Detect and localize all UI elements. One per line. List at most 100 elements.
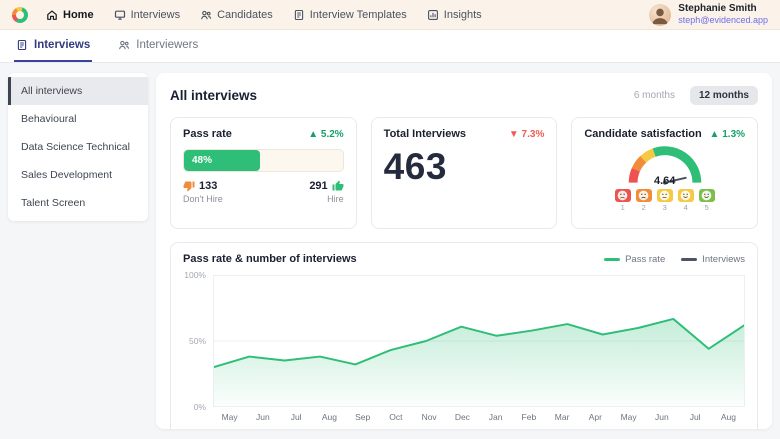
pass-rate-bar: 48% — [183, 149, 344, 172]
emoji-love-icon — [699, 189, 715, 202]
tab-label: Interviews — [34, 39, 90, 51]
sidebar-item-all-interviews[interactable]: All interviews — [8, 77, 148, 105]
legend-item-pass-rate[interactable]: Pass rate — [604, 254, 665, 265]
nav-item-home[interactable]: Home — [46, 9, 94, 21]
dont-hire-label: Don't Hire — [183, 194, 223, 204]
nav-item-interviews[interactable]: Interviews — [114, 9, 181, 21]
legend-label: Interviews — [702, 254, 745, 265]
document-icon — [16, 39, 28, 51]
range-toggle: 6 months 12 months — [625, 86, 758, 105]
pass-rate-value: 48% — [192, 155, 212, 166]
dont-hire-count: 133 — [199, 180, 217, 192]
user-menu[interactable]: Stephanie Smith steph@evidenced.app — [649, 3, 768, 25]
satisfaction-delta: ▲ 1.3% — [710, 129, 745, 140]
chart-title: Pass rate & number of interviews — [183, 253, 357, 265]
hire-count: 291 — [309, 180, 327, 192]
person-photo-icon — [649, 4, 671, 26]
x-axis-label: Mar — [546, 412, 579, 422]
total-interviews-value: 463 — [384, 146, 545, 188]
avatar — [649, 4, 671, 26]
sidebar-item-sales-development[interactable]: Sales Development — [8, 161, 148, 189]
nav-item-interview-templates[interactable]: Interview Templates — [293, 9, 407, 21]
tab-interviewers[interactable]: Interviewers — [116, 30, 200, 62]
sidebar-item-data-science-technical[interactable]: Data Science Technical — [8, 133, 148, 161]
x-axis-label: Aug — [712, 412, 745, 422]
sidebar-item-behavioural[interactable]: Behavioural — [8, 105, 148, 133]
satisfaction-gauge: 4.64 — [617, 141, 713, 187]
nav-item-label: Interview Templates — [310, 9, 407, 21]
people-icon — [200, 9, 212, 21]
range-button-12-months[interactable]: 12 months — [690, 86, 758, 105]
x-axis-label: Jul — [280, 412, 313, 422]
template-icon — [293, 9, 305, 21]
satisfaction-level-3: 3 — [657, 189, 673, 212]
x-axis-label: Sep — [346, 412, 379, 422]
legend-swatch — [681, 258, 697, 261]
satisfaction-card: Candidate satisfaction ▲ 1.3% 4.64 12345 — [571, 117, 758, 229]
x-axis-label: Jul — [679, 412, 712, 422]
emoji-happy-icon — [678, 189, 694, 202]
x-axis-label: Oct — [379, 412, 412, 422]
satisfaction-level-1: 1 — [615, 189, 631, 212]
x-axis-label: Jun — [246, 412, 279, 422]
scale-number: 4 — [684, 203, 688, 212]
hire-stat: 291 Hire — [309, 180, 343, 204]
x-axis-label: Nov — [413, 412, 446, 422]
emoji-neutral-icon — [657, 189, 673, 202]
tab-interviews[interactable]: Interviews — [14, 30, 92, 62]
x-axis-label: May — [213, 412, 246, 422]
x-axis-label: Aug — [313, 412, 346, 422]
range-button-6-months[interactable]: 6 months — [625, 86, 684, 105]
nav-item-label: Home — [63, 9, 94, 21]
top-navigation: Home Interviews Candidates Interview Templa… — [0, 0, 780, 30]
y-axis-label: 100% — [184, 270, 206, 280]
app-logo[interactable] — [12, 7, 28, 23]
total-interviews-title: Total Interviews — [384, 128, 466, 140]
x-axis-label: May — [612, 412, 645, 422]
satisfaction-level-4: 4 — [678, 189, 694, 212]
thumbs-up-icon — [332, 180, 344, 192]
interview-type-sidebar: All interviewsBehaviouralData Science Te… — [8, 73, 148, 221]
satisfaction-value: 4.64 — [617, 175, 713, 187]
legend-swatch — [604, 258, 620, 261]
total-interviews-delta: ▼ 7.3% — [509, 129, 544, 140]
satisfaction-level-5: 5 — [699, 189, 715, 212]
chart-card: Pass rate & number of interviews Pass ra… — [170, 242, 758, 429]
pass-rate-delta: ▲ 5.2% — [308, 129, 343, 140]
topnav-items: Home Interviews Candidates Interview Templa… — [46, 9, 482, 21]
monitor-icon — [114, 9, 126, 21]
page-title: All interviews — [170, 88, 257, 103]
scale-number: 1 — [621, 203, 625, 212]
tab-label: Interviewers — [136, 39, 198, 51]
nav-item-candidates[interactable]: Candidates — [200, 9, 273, 21]
scale-number: 5 — [705, 203, 709, 212]
nav-item-label: Insights — [444, 9, 482, 21]
chart-plot — [213, 275, 745, 407]
legend-item-interviews[interactable]: Interviews — [681, 254, 745, 265]
satisfaction-scale: 1 2 3 4 5 — [584, 189, 745, 212]
thumbs-down-icon — [183, 180, 195, 192]
user-email: steph@evidenced.app — [678, 15, 768, 26]
nav-item-label: Candidates — [217, 9, 273, 21]
main-panel: All interviews 6 months 12 months Pass ra… — [156, 73, 772, 429]
scale-number: 2 — [642, 203, 646, 212]
scale-number: 3 — [663, 203, 667, 212]
sidebar-item-talent-screen[interactable]: Talent Screen — [8, 189, 148, 217]
pass-rate-card: Pass rate ▲ 5.2% 48% 133 Don't Hire — [170, 117, 357, 229]
x-axis-labels: MayJunJulAugSepOctNovDecJanFebMarAprMayJ… — [213, 412, 745, 422]
total-interviews-card: Total Interviews ▼ 7.3% 463 — [371, 117, 558, 229]
y-axis-labels: 0%50%100% — [183, 275, 213, 407]
nav-item-insights[interactable]: Insights — [427, 9, 482, 21]
legend-label: Pass rate — [625, 254, 665, 265]
emoji-sad-icon — [636, 189, 652, 202]
home-icon — [46, 9, 58, 21]
user-name: Stephanie Smith — [678, 3, 768, 15]
x-axis-label: Feb — [512, 412, 545, 422]
people-icon — [118, 39, 130, 51]
x-axis-label: Apr — [579, 412, 612, 422]
satisfaction-level-2: 2 — [636, 189, 652, 212]
content-area: All interviewsBehaviouralData Science Te… — [0, 63, 780, 439]
sub-navigation: Interviews Interviewers — [0, 30, 780, 63]
pass-rate-title: Pass rate — [183, 128, 232, 140]
pass-rate-bar-fill: 48% — [184, 150, 260, 171]
